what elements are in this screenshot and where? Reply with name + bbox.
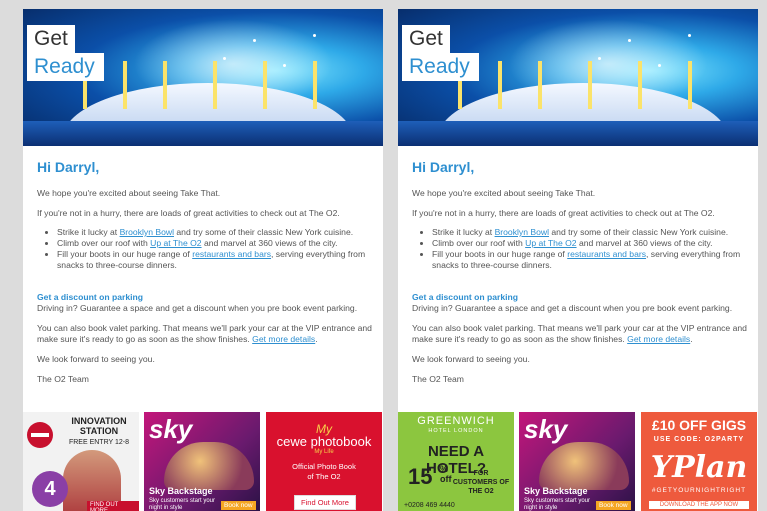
yplan-logo: YPlan xyxy=(650,450,748,485)
greeting: Hi Darryl, xyxy=(412,159,475,175)
intro-text: We hope you're excited about seeing Take… xyxy=(37,188,221,198)
hero-image: Get Ready xyxy=(23,9,383,146)
banner-row-left: INNOVATION STATION FREE ENTRY 12-8 FIND … xyxy=(23,412,383,511)
parking-heading: Get a discount on parking xyxy=(412,292,518,302)
restaurants-link[interactable]: restaurants and bars xyxy=(192,249,271,259)
hero-image: Get Ready xyxy=(398,9,758,146)
greeting: Hi Darryl, xyxy=(37,159,100,175)
get-more-details-link[interactable]: Get more details xyxy=(627,334,690,344)
sky-backstage-banner[interactable]: sky Sky Backstage Sky customers start yo… xyxy=(144,412,260,511)
hero-get-text: Get xyxy=(402,25,450,53)
find-out-more-button[interactable]: FIND OUT MORE xyxy=(87,501,139,511)
signoff: The O2 Team xyxy=(412,374,464,384)
crowd-image xyxy=(164,442,254,490)
download-app-button[interactable]: DOWNLOAD THE APP NOW xyxy=(649,501,749,509)
signoff: The O2 Team xyxy=(37,374,89,384)
up-at-the-o2-link[interactable]: Up at The O2 xyxy=(150,238,201,248)
list-item: Strike it lucky at Brooklyn Bowl and try… xyxy=(57,227,372,238)
list-item: Fill your boots in our huge range of res… xyxy=(432,249,747,271)
brooklyn-bowl-link[interactable]: Brooklyn Bowl xyxy=(495,227,549,237)
book-now-button[interactable]: Book now xyxy=(596,501,631,510)
cewe-photobook-banner[interactable]: My cewe photobook My Life Official Photo… xyxy=(266,412,382,511)
parking-text: Driving in? Guarantee a space and get a … xyxy=(37,303,358,313)
sky-backstage-banner[interactable]: sky Sky Backstage Sky customers start yo… xyxy=(519,412,635,511)
email-body: Hi Darryl, We hope you're excited about … xyxy=(412,159,747,394)
brooklyn-bowl-link[interactable]: Brooklyn Bowl xyxy=(120,227,174,237)
crowd-image xyxy=(539,442,629,490)
nissan-logo-icon xyxy=(27,422,53,448)
activities-list: Strike it lucky at Brooklyn Bowl and try… xyxy=(37,227,372,271)
closing-text: We look forward to seeing you. xyxy=(37,354,155,364)
hero-get-text: Get xyxy=(27,25,75,53)
cewe-logo: cewe photobook xyxy=(276,434,372,449)
up-at-the-o2-link[interactable]: Up at The O2 xyxy=(525,238,576,248)
list-item: Fill your boots in our huge range of res… xyxy=(57,249,372,271)
yplan-banner[interactable]: £10 OFF GIGS USE CODE: O2PARTY YPlan #GE… xyxy=(641,412,757,511)
hero-ready-text: Ready xyxy=(27,53,104,81)
banner-row-right: GREENWICH HOTEL LONDON NEED A HOTEL? 15 … xyxy=(398,412,758,511)
sky-logo: sky xyxy=(524,414,568,444)
activities-list: Strike it lucky at Brooklyn Bowl and try… xyxy=(412,227,747,271)
parking-heading: Get a discount on parking xyxy=(37,292,143,302)
valet-text: You can also book valet parking. That me… xyxy=(412,323,747,344)
hero-ready-text: Ready xyxy=(402,53,479,81)
restaurants-link[interactable]: restaurants and bars xyxy=(567,249,646,259)
number-badge: 4 xyxy=(32,471,68,507)
activities-intro: If you're not in a hurry, there are load… xyxy=(37,208,340,218)
greenwich-hotel-banner[interactable]: GREENWICH HOTEL LONDON NEED A HOTEL? 15 … xyxy=(398,412,514,511)
valet-text: You can also book valet parking. That me… xyxy=(37,323,372,344)
parking-text: Driving in? Guarantee a space and get a … xyxy=(412,303,733,313)
list-item: Climb over our roof with Up at The O2 an… xyxy=(57,238,372,249)
closing-text: We look forward to seeing you. xyxy=(412,354,530,364)
list-item: Climb over our roof with Up at The O2 an… xyxy=(432,238,747,249)
get-more-details-link[interactable]: Get more details xyxy=(252,334,315,344)
activities-intro: If you're not in a hurry, there are load… xyxy=(412,208,715,218)
intro-text: We hope you're excited about seeing Take… xyxy=(412,188,596,198)
email-body: Hi Darryl, We hope you're excited about … xyxy=(37,159,372,394)
book-now-button[interactable]: Book now xyxy=(221,501,256,510)
list-item: Strike it lucky at Brooklyn Bowl and try… xyxy=(432,227,747,238)
sky-logo: sky xyxy=(149,414,193,444)
find-out-more-button[interactable]: Find Out More xyxy=(294,495,356,510)
